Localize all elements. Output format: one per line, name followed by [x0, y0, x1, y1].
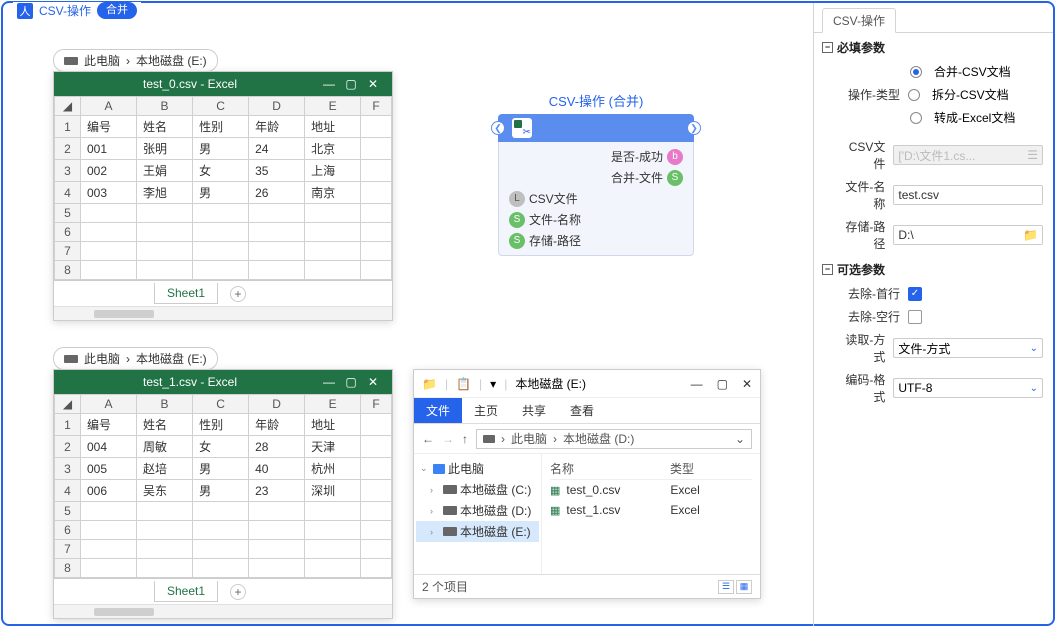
maximize-button[interactable]: ▢ — [340, 375, 362, 389]
sheet-tab[interactable]: Sheet1 — [154, 283, 218, 304]
remove-header-checkbox[interactable]: ✓ — [908, 287, 922, 301]
tab-share[interactable]: 共享 — [510, 398, 558, 423]
minimize-button[interactable]: ― — [318, 375, 340, 389]
minimize-button[interactable]: ― — [691, 377, 703, 391]
node-title: CSV-操作 (合并) — [498, 91, 694, 110]
address-bar[interactable]: ›此电脑›本地磁盘 (D:) ⌄ — [476, 429, 752, 449]
pc-icon — [433, 464, 445, 474]
tab-file[interactable]: 文件 — [414, 398, 462, 423]
tab-view[interactable]: 查看 — [558, 398, 606, 423]
disk-icon — [443, 527, 457, 536]
chevron-down-icon: ⌄ — [1030, 383, 1038, 394]
collapse-icon[interactable]: − — [822, 42, 833, 53]
folder-icon[interactable]: 📁 — [1023, 228, 1038, 242]
excel2-title: test_1.csv - Excel — [62, 375, 318, 389]
view-details-button[interactable]: ☰ — [718, 580, 734, 594]
excel1-title: test_0.csv - Excel — [62, 77, 318, 91]
excel-window-2: test_1.csv - Excel ― ▢ ✕ ◢ABCDEF 1编号姓名性别… — [53, 369, 393, 619]
string-port-icon[interactable]: S — [667, 170, 683, 186]
list-icon[interactable]: ☰ — [1027, 148, 1038, 162]
csv-file-input[interactable]: ['D:\文件1.cs...☰ — [893, 145, 1043, 165]
filename-input[interactable]: test.csv — [893, 185, 1043, 205]
excel-file-icon: ▦ — [550, 484, 560, 497]
excel1-grid: ◢ABCDEF 1编号姓名性别年龄地址 2001张明男24北京 3002王娟女3… — [54, 96, 392, 280]
list-port-icon[interactable]: L — [509, 191, 525, 207]
radio-split[interactable] — [908, 89, 920, 101]
close-button[interactable]: ✕ — [742, 377, 752, 391]
folder-icon: 📁 — [422, 377, 437, 391]
add-sheet-button[interactable]: + — [230, 286, 246, 302]
properties-panel: CSV-操作 −必填参数 合并-CSV文档 操作-类型拆分-CSV文档 转成-E… — [813, 3, 1053, 626]
file-row[interactable]: ▦test_1.csvExcel — [550, 500, 752, 520]
collapse-icon[interactable]: − — [822, 264, 833, 275]
pin-icon[interactable]: 📋 — [456, 377, 471, 391]
frame-title: CSV-操作 — [39, 2, 91, 19]
up-button[interactable]: ↑ — [462, 432, 468, 446]
sheet-tab[interactable]: Sheet1 — [154, 581, 218, 602]
back-button[interactable]: ← — [422, 432, 434, 446]
person-icon: 人 — [17, 3, 33, 19]
file-explorer-window: 📁 | 📋 | ▾ | 本地磁盘 (E:) ― ▢ ✕ 文件 主页 共享 查看 — [413, 369, 761, 599]
path-input[interactable]: D:\📁 — [893, 225, 1043, 245]
breadcrumb-1: 此电脑› 本地磁盘 (E:) — [53, 49, 218, 72]
view-icons-button[interactable]: ▦ — [736, 580, 752, 594]
folder-tree[interactable]: ⌄此电脑 ›本地磁盘 (C:) ›本地磁盘 (D:) ›本地磁盘 (E:) — [414, 454, 542, 574]
disk-icon — [64, 355, 78, 363]
add-sheet-button[interactable]: + — [230, 584, 246, 600]
excel-file-icon: ▦ — [550, 504, 560, 517]
status-text: 2 个项目 — [422, 578, 468, 595]
disk-icon — [443, 485, 457, 494]
close-button[interactable]: ✕ — [362, 77, 384, 91]
output-port[interactable]: ❯ — [687, 121, 701, 135]
minimize-button[interactable]: ― — [318, 77, 340, 91]
input-port[interactable]: ❮ — [491, 121, 505, 135]
forward-button[interactable]: → — [442, 432, 454, 446]
excel2-grid: ◢ABCDEF 1编号姓名性别年龄地址 2004周敏女28天津 3005赵培男4… — [54, 394, 392, 578]
csv-merge-node[interactable]: CSV-操作 (合并) ❮ ❯ 是否-成功b 合并-文件S LCSV文件 S文件… — [498, 91, 694, 256]
disk-icon — [443, 506, 457, 515]
close-button[interactable]: ✕ — [362, 375, 384, 389]
maximize-button[interactable]: ▢ — [717, 377, 728, 391]
breadcrumb-2: 此电脑› 本地磁盘 (E:) — [53, 347, 218, 370]
dropdown-icon[interactable]: ▾ — [490, 377, 496, 391]
encoding-select[interactable]: UTF-8⌄ — [893, 378, 1043, 398]
disk-icon — [64, 57, 78, 65]
tab-home[interactable]: 主页 — [462, 398, 510, 423]
string-port-icon[interactable]: S — [509, 212, 525, 228]
string-port-icon[interactable]: S — [509, 233, 525, 249]
read-mode-select[interactable]: 文件-方式⌄ — [893, 338, 1043, 358]
remove-blank-checkbox[interactable] — [908, 310, 922, 324]
chevron-down-icon: ⌄ — [1030, 343, 1038, 354]
panel-tab[interactable]: CSV-操作 — [822, 8, 896, 33]
mode-badge: 合并 — [97, 2, 137, 19]
disk-icon — [483, 435, 495, 443]
chevron-down-icon[interactable]: ⌄ — [735, 432, 745, 446]
excel-window-1: test_0.csv - Excel ― ▢ ✕ ◢ABCDEF 1编号姓名性别… — [53, 71, 393, 321]
node-icon — [512, 118, 532, 138]
bool-port-icon[interactable]: b — [667, 149, 683, 165]
maximize-button[interactable]: ▢ — [340, 77, 362, 91]
radio-merge[interactable] — [910, 66, 922, 78]
radio-toexcel[interactable] — [910, 112, 922, 124]
file-row[interactable]: ▦test_0.csvExcel — [550, 480, 752, 500]
